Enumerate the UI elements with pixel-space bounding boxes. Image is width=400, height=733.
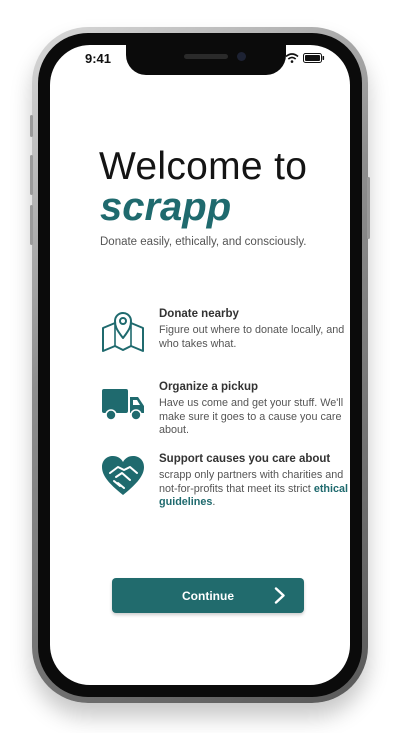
battery-icon xyxy=(303,53,325,63)
continue-button-label: Continue xyxy=(182,588,234,603)
feature-support-causes: Support causes you care about scrapp onl… xyxy=(100,453,350,523)
phone-screen: 9:41 Welcome to scrapp Donate easily, et… xyxy=(50,45,350,685)
feature-description: Have us come and get your stuff. We'll m… xyxy=(159,397,344,436)
wifi-icon xyxy=(285,53,299,63)
feature-description-period: . xyxy=(212,496,216,508)
feature-description: Figure out where to donate locally, and … xyxy=(159,324,345,350)
heart-handshake-icon xyxy=(102,456,144,495)
speaker-grille xyxy=(184,54,228,59)
feature-description: scrapp only partners with charities and … xyxy=(159,469,349,510)
continue-button[interactable]: Continue xyxy=(112,578,304,613)
feature-title: Organize a pickup xyxy=(159,381,259,393)
delivery-truck-icon xyxy=(102,389,144,421)
silent-switch xyxy=(30,115,33,137)
phone-frame: 9:41 Welcome to scrapp Donate easily, et… xyxy=(30,27,370,703)
feature-donate-nearby: Donate nearby Figure out where to donate… xyxy=(100,308,350,378)
map-pin-icon xyxy=(102,312,144,352)
front-camera xyxy=(237,52,246,61)
phone-bezel: 9:41 Welcome to scrapp Donate easily, et… xyxy=(38,33,362,697)
chevron-right-icon xyxy=(274,587,285,604)
volume-down-button xyxy=(30,205,33,245)
feature-title: Support causes you care about xyxy=(159,453,331,465)
status-time: 9:41 xyxy=(85,51,112,66)
feature-organize-pickup: Organize a pickup Have us come and get y… xyxy=(100,381,350,451)
power-button xyxy=(367,177,370,239)
tagline: Donate easily, ethically, and consciousl… xyxy=(100,236,307,248)
notch xyxy=(126,45,286,75)
feature-title: Donate nearby xyxy=(159,308,239,320)
brand-logotype: scrapp xyxy=(100,185,232,229)
volume-up-button xyxy=(30,155,33,195)
welcome-heading: Welcome to xyxy=(99,145,308,188)
